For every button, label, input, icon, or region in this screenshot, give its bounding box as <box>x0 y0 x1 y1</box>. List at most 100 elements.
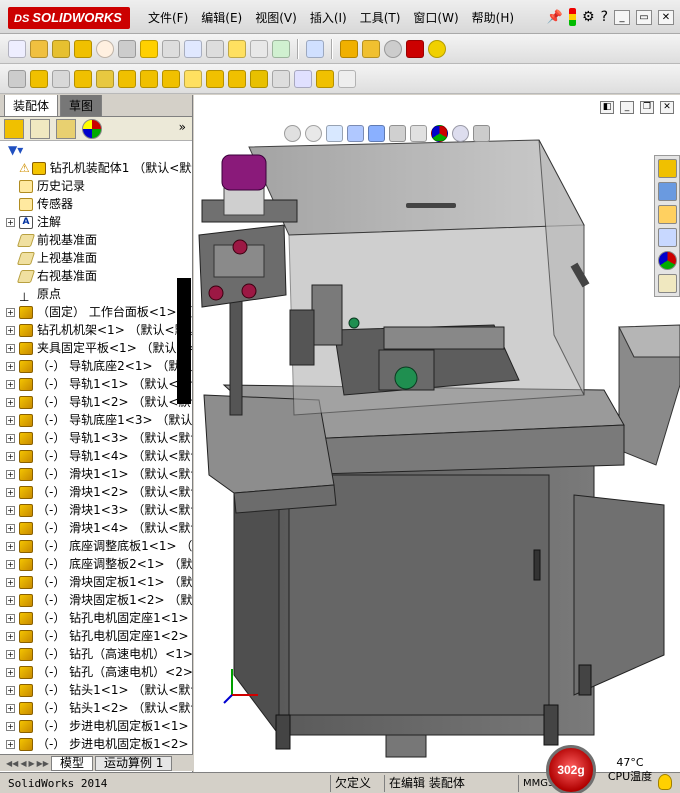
property-manager-icon[interactable] <box>30 118 50 139</box>
expand-toggle-icon[interactable]: + <box>6 506 15 515</box>
expand-toggle-icon[interactable]: + <box>6 524 15 533</box>
expand-toggle-icon[interactable]: + <box>6 380 15 389</box>
tree-item[interactable]: 前视基准面 <box>0 231 192 249</box>
viewport-close-icon[interactable]: ✕ <box>660 101 674 114</box>
zoom-to-fit-icon[interactable] <box>284 125 301 142</box>
zoom-area-icon[interactable] <box>305 125 322 142</box>
previous-view-icon[interactable] <box>326 125 343 142</box>
tab-model[interactable]: 模型 <box>50 755 93 771</box>
split-icon[interactable] <box>250 39 268 58</box>
tree-item[interactable]: ⊥ 原点 <box>0 285 192 304</box>
expand-toggle-icon[interactable]: + <box>6 362 15 371</box>
display-style-icon[interactable] <box>389 125 406 142</box>
hand-icon[interactable] <box>118 39 136 58</box>
tree-item[interactable]: + （-） 滑块1<4> （默认<默认> <box>0 519 192 537</box>
expand-toggle-icon[interactable]: + <box>6 650 15 659</box>
close-button[interactable]: ✕ <box>658 9 674 25</box>
graphics-viewport[interactable]: ◧ _ ❐ ✕ <box>194 95 680 772</box>
expand-toggle-icon[interactable]: + <box>6 632 15 641</box>
instant3d-icon[interactable] <box>294 69 312 88</box>
expand-toggle-icon[interactable]: + <box>6 686 15 695</box>
circle-check-icon[interactable] <box>384 39 402 58</box>
tree-item[interactable]: + （-） 钻头1<1> （默认<默认> <box>0 681 192 699</box>
tab-sketch[interactable]: 草图 <box>60 95 103 116</box>
tree-item[interactable]: + （-） 钻孔（高速电机）<2> （ <box>0 663 192 681</box>
tree-item[interactable]: + （-） 钻孔电机固定座1<2> （默 <box>0 627 192 645</box>
tree-item[interactable]: + （-） 滑块1<1> （默认<默认> <box>0 465 192 483</box>
tree-item[interactable]: 上视基准面 <box>0 249 192 267</box>
tree-item[interactable]: + （-） 导轨1<1> （默认<默认> <box>0 375 192 393</box>
tree-item[interactable]: + （-） 滑块固定板1<1> （默认< <box>0 573 192 591</box>
expand-toggle-icon[interactable]: + <box>6 470 15 479</box>
menu-tools[interactable]: 工具(T) <box>360 9 401 26</box>
expand-toggle-icon[interactable]: + <box>6 434 15 443</box>
section-view-icon[interactable] <box>347 125 364 142</box>
display-manager-icon[interactable] <box>82 118 102 139</box>
tree-item[interactable]: + （-） 导轨1<4> （默认<默认> <box>0 447 192 465</box>
menu-insert[interactable]: 插入(I) <box>310 9 347 26</box>
measure-icon[interactable] <box>206 39 224 58</box>
tree-item[interactable]: + 夹具固定平板<1> （默认<<默 <box>0 339 192 357</box>
appearances-icon[interactable] <box>658 251 677 270</box>
new-motion-study-icon[interactable] <box>206 69 224 88</box>
scale-icon[interactable] <box>52 39 70 58</box>
clock-icon[interactable] <box>96 39 114 58</box>
expand-toggle-icon[interactable]: + <box>6 578 15 587</box>
tree-item[interactable]: ⚠ 钻孔机装配体1 （默认<默认 <box>0 159 192 177</box>
viewport-minimize-icon[interactable]: _ <box>620 101 634 114</box>
linear-pattern-icon[interactable] <box>74 69 92 88</box>
assembly-features-icon[interactable] <box>162 69 180 88</box>
menu-view[interactable]: 视图(V) <box>255 9 297 26</box>
tree-item[interactable]: + 钻孔机机架<1> （默认<默认 <box>0 321 192 339</box>
tree-item[interactable]: + （-） 钻孔（高速电机）<1> （ <box>0 645 192 663</box>
tab-assembly[interactable]: 装配体 <box>4 95 59 116</box>
reference-geometry-icon[interactable] <box>184 69 202 88</box>
expand-toggle-icon[interactable]: + <box>6 668 15 677</box>
viewport-restore-icon[interactable]: ❐ <box>640 101 654 114</box>
new-part-icon[interactable] <box>30 69 48 88</box>
edit-component-icon[interactable] <box>30 39 48 58</box>
expand-toggle-icon[interactable]: + <box>6 596 15 605</box>
checkbox-icon[interactable] <box>140 39 158 58</box>
resources-icon[interactable] <box>658 159 677 178</box>
tree-item[interactable]: + （固定） 工作台面板<1> （默认< <box>0 303 192 321</box>
tab-motion-study[interactable]: 运动算例 1 <box>94 755 173 771</box>
file-explorer-icon[interactable] <box>658 205 677 224</box>
explode-icon[interactable] <box>340 39 358 58</box>
expand-toggle-icon[interactable]: + <box>6 308 15 317</box>
pin-icon[interactable]: 📌 <box>547 10 563 25</box>
bom-icon[interactable] <box>228 69 246 88</box>
tree-item[interactable]: + （-） 导轨1<2> （默认<默认> <box>0 393 192 411</box>
warning-icon[interactable] <box>228 39 246 58</box>
gear-part-icon[interactable] <box>362 39 380 58</box>
expand-toggle-icon[interactable]: + <box>6 398 15 407</box>
view-orientation-icon[interactable] <box>368 125 385 142</box>
tab-nav-next-icon[interactable]: ▶ <box>28 759 34 768</box>
tree-item[interactable]: + （-） 步进电机固定板1<2> （默 <box>0 735 192 753</box>
menu-edit[interactable]: 编辑(E) <box>201 9 242 26</box>
table-icon[interactable] <box>306 39 324 58</box>
help-bulb-icon[interactable] <box>658 774 672 790</box>
tree-item[interactable]: + （-） 钻孔电机固定座1<1> （默 <box>0 609 192 627</box>
menu-window[interactable]: 窗口(W) <box>413 9 458 26</box>
tree-item[interactable]: + （-） 滑块1<3> （默认<默认> <box>0 501 192 519</box>
tree-item[interactable]: 传感器 <box>0 195 192 213</box>
expand-toggle-icon[interactable]: + <box>6 614 15 623</box>
expand-toggle-icon[interactable]: + <box>6 452 15 461</box>
spellcheck-icon[interactable] <box>8 39 26 58</box>
expand-toggle-icon[interactable]: + <box>6 560 15 569</box>
tree-item[interactable]: + （-） 钻头1<2> （默认<默认> <box>0 699 192 717</box>
menu-file[interactable]: 文件(F) <box>148 9 188 26</box>
expand-toggle-icon[interactable]: + <box>6 416 15 425</box>
apply-scene-icon[interactable] <box>452 125 469 142</box>
tree-item[interactable]: + （-） 导轨底座1<3> （默认<<默 <box>0 411 192 429</box>
expand-toggle-icon[interactable]: + <box>6 704 15 713</box>
tab-nav-first-icon[interactable]: ◀◀ <box>6 759 18 768</box>
appearance-icon[interactable] <box>406 39 424 58</box>
expand-chevron-icon[interactable]: » <box>179 120 186 134</box>
tree-item[interactable]: + （-） 滑块固定板1<2> （默认< <box>0 591 192 609</box>
tree-item[interactable]: + A 注解 <box>0 213 192 231</box>
options-gear-icon[interactable]: ⚙ <box>582 9 595 25</box>
design-library-icon[interactable] <box>658 182 677 201</box>
smart-mate-icon[interactable] <box>272 39 290 58</box>
